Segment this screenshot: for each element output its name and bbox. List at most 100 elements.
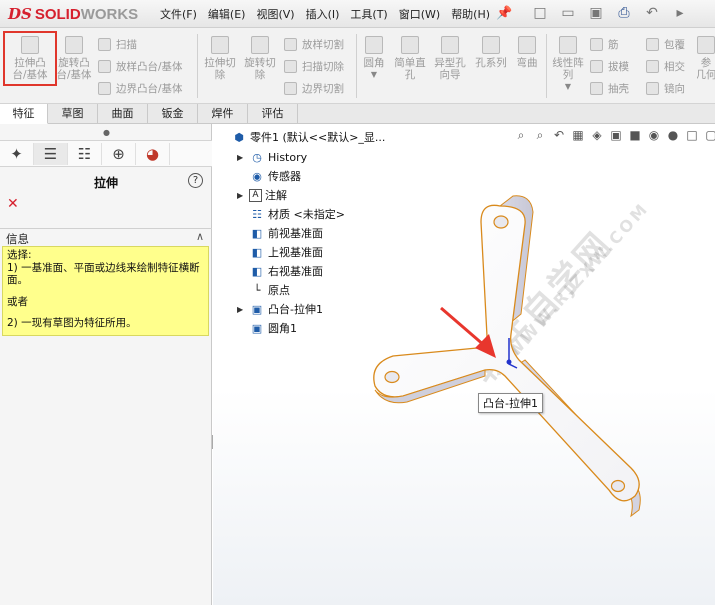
draft-label: 拔模 — [608, 61, 629, 73]
part-top-face — [373, 204, 640, 502]
linear-pattern-button[interactable]: 线性阵 列 ▼ — [550, 36, 586, 93]
menu-tools[interactable]: 工具(T) — [350, 6, 387, 22]
top-hole — [493, 215, 509, 229]
tab-surfaces[interactable]: 曲面 — [98, 104, 148, 124]
manager-tabs: ✦ ☰ ☷ ⊕ ◕ — [0, 140, 212, 167]
configuration-manager-icon[interactable]: ☷ — [68, 143, 102, 165]
command-manager: 拉伸凸 台/基体 旋转凸 台/基体 扫描 放样凸台/基体 边界凸台/基体 拉伸切… — [0, 28, 715, 104]
shell-label: 抽壳 — [608, 83, 629, 95]
draft-button[interactable]: 拔模 — [590, 59, 629, 74]
info-section-header[interactable]: 信息 ∧ — [0, 228, 212, 246]
chevron-down-icon[interactable]: ▼ — [565, 81, 571, 93]
boundary-boss-icon — [98, 82, 111, 95]
shell-icon — [590, 82, 603, 95]
tab-sketch[interactable]: 草图 — [48, 104, 98, 124]
info-spacer — [7, 287, 204, 296]
boundary-cut-button[interactable]: 边界切割 — [284, 81, 344, 96]
undo-icon[interactable]: ↶ — [640, 3, 664, 23]
intersect-icon — [646, 60, 659, 73]
print-icon[interactable]: ⎙ — [612, 3, 636, 23]
menu-bar: DS SOLIDWORKS 文件(F) 编辑(E) 视图(V) 插入(I) 工具… — [0, 0, 715, 28]
revolve-cut-button[interactable]: 旋转切 除 — [242, 36, 278, 81]
property-manager-pane: ● ✦ ☰ ☷ ⊕ ◕ 拉伸 ? ✕ 信息 ∧ 选择: 1) 一基准面、平面或边… — [0, 124, 212, 605]
graphics-area[interactable]: ⌕ ⌕ ↶ ▦ ◈ ▣ ■ ◉ ● □ ▢ ⬢ 零件1 (默认<<默认>_显..… — [213, 124, 715, 605]
boundary-boss-button[interactable]: 边界凸台/基体 — [98, 81, 183, 96]
sweep-button[interactable]: 扫描 — [98, 37, 137, 52]
tab-evaluate[interactable]: 评估 — [248, 104, 298, 124]
mirror-button[interactable]: 镜向 — [646, 81, 685, 96]
revolve-boss-button[interactable]: 旋转凸 台/基体 — [54, 36, 94, 81]
wrap-label: 包覆 — [664, 39, 685, 51]
tab-features[interactable]: 特征 — [0, 104, 48, 124]
boundary-boss-label: 边界凸台/基体 — [116, 83, 183, 95]
pane-grip-icon[interactable]: ● — [103, 128, 110, 137]
feature-manager-icon[interactable]: ✦ — [0, 143, 34, 165]
toolbar-divider — [356, 34, 357, 98]
info-line: 2) 一现有草图为特征所用。 — [7, 317, 137, 329]
right-hole — [610, 479, 626, 493]
feature-tooltip: 凸台-拉伸1 — [478, 393, 543, 413]
wrap-button[interactable]: 包覆 — [646, 37, 685, 52]
flex-icon — [518, 36, 536, 54]
reference-geometry-button[interactable]: 参 几何 — [697, 36, 715, 81]
sweep-cut-button[interactable]: 扫描切除 — [284, 59, 344, 74]
extrude-cut-label: 拉伸切 除 — [204, 57, 236, 81]
selection-point — [506, 359, 512, 365]
pin-icon[interactable]: 📌 — [496, 6, 512, 21]
loft-boss-label: 放样凸台/基体 — [116, 61, 183, 73]
flex-label: 弯曲 — [516, 57, 538, 69]
cancel-x-icon[interactable]: ✕ — [7, 196, 19, 212]
shell-button[interactable]: 抽壳 — [590, 81, 629, 96]
display-manager-icon[interactable]: ◕ — [136, 143, 170, 165]
fillet-button[interactable]: 圆角 ▼ — [360, 36, 388, 81]
revolve-boss-icon — [65, 36, 83, 54]
hole-wizard-button[interactable]: 异型孔 向导 — [430, 36, 470, 81]
flex-button[interactable]: 弯曲 — [512, 36, 542, 69]
sweep-label: 扫描 — [116, 39, 137, 51]
mirror-icon — [646, 82, 659, 95]
intersect-button[interactable]: 相交 — [646, 59, 685, 74]
chevron-up-icon[interactable]: ∧ — [196, 230, 204, 243]
linear-pattern-label: 线性阵 列 — [552, 57, 584, 81]
solidworks-logo[interactable]: DS SOLIDWORKS — [8, 4, 138, 24]
tab-sheet-metal[interactable]: 钣金 — [148, 104, 198, 124]
boundary-cut-icon — [284, 82, 297, 95]
select-icon[interactable]: ▸ — [668, 3, 692, 23]
revolve-boss-label: 旋转凸 台/基体 — [56, 57, 92, 81]
boundary-cut-label: 边界切割 — [302, 83, 344, 95]
dimxpert-icon[interactable]: ⊕ — [102, 143, 136, 165]
rib-button[interactable]: 筋 — [590, 37, 619, 52]
reference-geometry-label: 参 几何 — [697, 57, 715, 81]
fillet-label: 圆角 — [363, 57, 385, 69]
menu-file[interactable]: 文件(F) — [160, 6, 197, 22]
info-line: 1) 一基准面、平面或边线来绘制特征横断面。 — [7, 261, 200, 287]
hole-wizard-label: 异型孔 向导 — [434, 57, 466, 81]
extrude-cut-button[interactable]: 拉伸切 除 — [202, 36, 238, 81]
simple-hole-button[interactable]: 简单直 孔 — [390, 36, 430, 81]
menu-edit[interactable]: 编辑(E) — [208, 6, 246, 22]
logo-text: SOLIDWORKS — [34, 5, 139, 23]
ds-logo-mark: DS — [8, 5, 32, 23]
tab-weldments[interactable]: 焊件 — [198, 104, 248, 124]
loft-cut-button[interactable]: 放样切割 — [284, 37, 344, 52]
menu-help[interactable]: 帮助(H) — [451, 6, 490, 22]
menu-window[interactable]: 窗口(W) — [399, 6, 440, 22]
save-icon[interactable]: ▣ — [584, 3, 608, 23]
info-spacer — [7, 308, 204, 317]
hole-series-button[interactable]: 孔系列 — [472, 36, 510, 69]
open-folder-icon[interactable]: ▭ — [556, 3, 580, 23]
help-icon[interactable]: ? — [188, 173, 203, 188]
toolbar-divider — [197, 34, 198, 98]
command-tabs: 特征 草图 曲面 钣金 焊件 评估 — [0, 104, 715, 124]
loft-boss-icon — [98, 60, 111, 73]
loft-boss-button[interactable]: 放样凸台/基体 — [98, 59, 183, 74]
new-document-icon[interactable]: □ — [528, 3, 552, 23]
part-model[interactable] — [213, 124, 715, 605]
main-menu: 文件(F) 编辑(E) 视图(V) 插入(I) 工具(T) 窗口(W) 帮助(H… — [160, 0, 501, 28]
menu-view[interactable]: 视图(V) — [256, 6, 294, 22]
fillet-icon — [365, 36, 383, 54]
menu-insert[interactable]: 插入(I) — [306, 6, 340, 22]
chevron-down-icon[interactable]: ▼ — [371, 69, 377, 81]
annotation-arrow-line — [440, 306, 486, 348]
property-manager-icon[interactable]: ☰ — [34, 143, 68, 165]
